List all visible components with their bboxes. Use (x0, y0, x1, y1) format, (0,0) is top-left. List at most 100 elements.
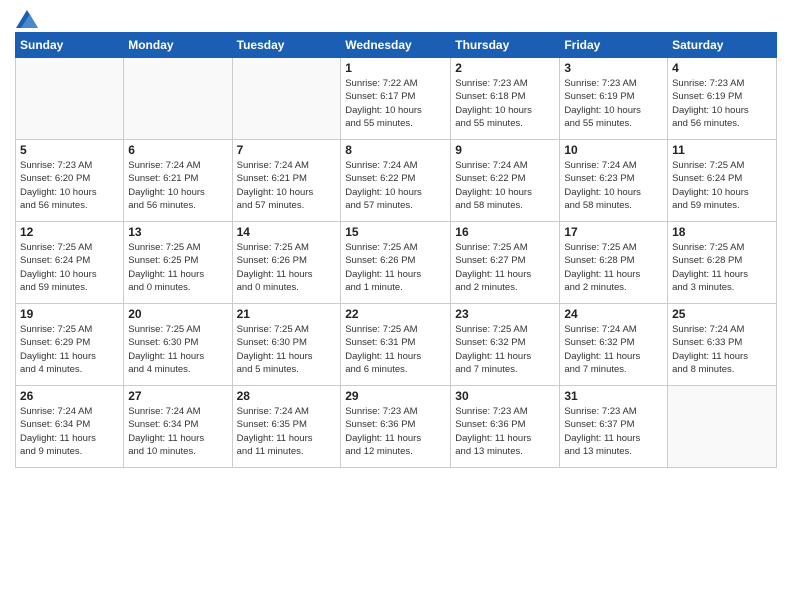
day-cell: 2 Sunrise: 7:23 AMSunset: 6:18 PMDaylight… (451, 58, 560, 140)
day-info: Sunrise: 7:24 AMSunset: 6:35 PMDaylight:… (237, 405, 337, 458)
day-cell: 20 Sunrise: 7:25 AMSunset: 6:30 PMDayligh… (124, 304, 232, 386)
day-number: 1 (345, 61, 446, 75)
logo (15, 10, 38, 24)
day-cell: 8 Sunrise: 7:24 AMSunset: 6:22 PMDaylight… (341, 140, 451, 222)
day-info: Sunrise: 7:25 AMSunset: 6:28 PMDaylight:… (672, 241, 772, 294)
day-info: Sunrise: 7:23 AMSunset: 6:36 PMDaylight:… (455, 405, 555, 458)
header-saturday: Saturday (668, 33, 777, 58)
day-info: Sunrise: 7:25 AMSunset: 6:24 PMDaylight:… (672, 159, 772, 212)
day-info: Sunrise: 7:24 AMSunset: 6:21 PMDaylight:… (128, 159, 227, 212)
day-number: 22 (345, 307, 446, 321)
day-cell: 12Sunrise: 7:25 AMSunset: 6:24 PMDayligh… (16, 222, 124, 304)
day-info: Sunrise: 7:25 AMSunset: 6:26 PMDaylight:… (345, 241, 446, 294)
day-number: 11 (672, 143, 772, 157)
day-info: Sunrise: 7:23 AMSunset: 6:19 PMDaylight:… (672, 77, 772, 130)
day-number: 19 (20, 307, 119, 321)
day-info: Sunrise: 7:25 AMSunset: 6:31 PMDaylight:… (345, 323, 446, 376)
day-number: 26 (20, 389, 119, 403)
header-wednesday: Wednesday (341, 33, 451, 58)
day-number: 10 (564, 143, 663, 157)
day-cell: 7Sunrise: 7:24 AMSunset: 6:21 PMDaylight… (232, 140, 341, 222)
day-number: 27 (128, 389, 227, 403)
day-number: 23 (455, 307, 555, 321)
header (15, 10, 777, 24)
day-info: Sunrise: 7:25 AMSunset: 6:25 PMDaylight:… (128, 241, 227, 294)
day-number: 13 (128, 225, 227, 239)
day-info: Sunrise: 7:23 AMSunset: 6:18 PMDaylight:… (455, 77, 555, 130)
header-tuesday: Tuesday (232, 33, 341, 58)
day-cell (124, 58, 232, 140)
day-info: Sunrise: 7:24 AMSunset: 6:34 PMDaylight:… (20, 405, 119, 458)
day-cell: 24 Sunrise: 7:24 AMSunset: 6:32 PMDayligh… (560, 304, 668, 386)
day-info: Sunrise: 7:25 AMSunset: 6:30 PMDaylight:… (237, 323, 337, 376)
day-info: Sunrise: 7:23 AMSunset: 6:19 PMDaylight:… (564, 77, 663, 130)
day-cell: 17Sunrise: 7:25 AMSunset: 6:28 PMDayligh… (560, 222, 668, 304)
day-cell: 27 Sunrise: 7:24 AMSunset: 6:34 PMDayligh… (124, 386, 232, 468)
day-cell: 23 Sunrise: 7:25 AMSunset: 6:32 PMDayligh… (451, 304, 560, 386)
day-number: 3 (564, 61, 663, 75)
day-cell: 15 Sunrise: 7:25 AMSunset: 6:26 PMDayligh… (341, 222, 451, 304)
day-number: 14 (237, 225, 337, 239)
day-info: Sunrise: 7:25 AMSunset: 6:30 PMDaylight:… (128, 323, 227, 376)
day-cell (232, 58, 341, 140)
day-cell: 16 Sunrise: 7:25 AMSunset: 6:27 PMDayligh… (451, 222, 560, 304)
day-number: 20 (128, 307, 227, 321)
day-info: Sunrise: 7:25 AMSunset: 6:29 PMDaylight:… (20, 323, 119, 376)
day-cell: 22 Sunrise: 7:25 AMSunset: 6:31 PMDayligh… (341, 304, 451, 386)
calendar-header-row: SundayMondayTuesdayWednesdayThursdayFrid… (16, 33, 777, 58)
day-info: Sunrise: 7:25 AMSunset: 6:26 PMDaylight:… (237, 241, 337, 294)
calendar-table: SundayMondayTuesdayWednesdayThursdayFrid… (15, 32, 777, 468)
header-monday: Monday (124, 33, 232, 58)
day-number: 2 (455, 61, 555, 75)
day-cell (16, 58, 124, 140)
day-info: Sunrise: 7:24 AMSunset: 6:34 PMDaylight:… (128, 405, 227, 458)
day-info: Sunrise: 7:25 AMSunset: 6:28 PMDaylight:… (564, 241, 663, 294)
day-number: 28 (237, 389, 337, 403)
week-row-3: 12Sunrise: 7:25 AMSunset: 6:24 PMDayligh… (16, 222, 777, 304)
day-cell: 5 Sunrise: 7:23 AMSunset: 6:20 PMDaylight… (16, 140, 124, 222)
day-cell: 4Sunrise: 7:23 AMSunset: 6:19 PMDaylight… (668, 58, 777, 140)
day-info: Sunrise: 7:23 AMSunset: 6:20 PMDaylight:… (20, 159, 119, 212)
day-info: Sunrise: 7:23 AMSunset: 6:37 PMDaylight:… (564, 405, 663, 458)
day-cell: 30 Sunrise: 7:23 AMSunset: 6:36 PMDayligh… (451, 386, 560, 468)
logo-icon (16, 10, 38, 28)
day-number: 8 (345, 143, 446, 157)
day-cell: 14 Sunrise: 7:25 AMSunset: 6:26 PMDayligh… (232, 222, 341, 304)
day-info: Sunrise: 7:24 AMSunset: 6:22 PMDaylight:… (345, 159, 446, 212)
day-info: Sunrise: 7:25 AMSunset: 6:27 PMDaylight:… (455, 241, 555, 294)
day-number: 30 (455, 389, 555, 403)
day-cell: 6Sunrise: 7:24 AMSunset: 6:21 PMDaylight… (124, 140, 232, 222)
day-info: Sunrise: 7:25 AMSunset: 6:32 PMDaylight:… (455, 323, 555, 376)
day-cell: 9 Sunrise: 7:24 AMSunset: 6:22 PMDaylight… (451, 140, 560, 222)
day-cell: 19 Sunrise: 7:25 AMSunset: 6:29 PMDayligh… (16, 304, 124, 386)
day-number: 29 (345, 389, 446, 403)
day-number: 21 (237, 307, 337, 321)
day-cell: 25Sunrise: 7:24 AMSunset: 6:33 PMDayligh… (668, 304, 777, 386)
day-number: 18 (672, 225, 772, 239)
day-number: 31 (564, 389, 663, 403)
day-info: Sunrise: 7:24 AMSunset: 6:21 PMDaylight:… (237, 159, 337, 212)
day-number: 15 (345, 225, 446, 239)
day-number: 9 (455, 143, 555, 157)
day-number: 12 (20, 225, 119, 239)
day-cell: 26 Sunrise: 7:24 AMSunset: 6:34 PMDayligh… (16, 386, 124, 468)
day-cell: 1 Sunrise: 7:22 AMSunset: 6:17 PMDaylight… (341, 58, 451, 140)
day-cell: 10Sunrise: 7:24 AMSunset: 6:23 PMDayligh… (560, 140, 668, 222)
week-row-1: 1 Sunrise: 7:22 AMSunset: 6:17 PMDaylight… (16, 58, 777, 140)
day-number: 24 (564, 307, 663, 321)
day-number: 16 (455, 225, 555, 239)
day-cell: 21 Sunrise: 7:25 AMSunset: 6:30 PMDayligh… (232, 304, 341, 386)
header-thursday: Thursday (451, 33, 560, 58)
day-number: 5 (20, 143, 119, 157)
header-friday: Friday (560, 33, 668, 58)
day-cell: 31 Sunrise: 7:23 AMSunset: 6:37 PMDayligh… (560, 386, 668, 468)
day-cell: 29 Sunrise: 7:23 AMSunset: 6:36 PMDayligh… (341, 386, 451, 468)
page: SundayMondayTuesdayWednesdayThursdayFrid… (0, 0, 792, 612)
day-info: Sunrise: 7:24 AMSunset: 6:22 PMDaylight:… (455, 159, 555, 212)
header-sunday: Sunday (16, 33, 124, 58)
day-cell: 18 Sunrise: 7:25 AMSunset: 6:28 PMDayligh… (668, 222, 777, 304)
day-info: Sunrise: 7:22 AMSunset: 6:17 PMDaylight:… (345, 77, 446, 130)
day-cell: 11 Sunrise: 7:25 AMSunset: 6:24 PMDayligh… (668, 140, 777, 222)
day-info: Sunrise: 7:24 AMSunset: 6:32 PMDaylight:… (564, 323, 663, 376)
day-info: Sunrise: 7:23 AMSunset: 6:36 PMDaylight:… (345, 405, 446, 458)
